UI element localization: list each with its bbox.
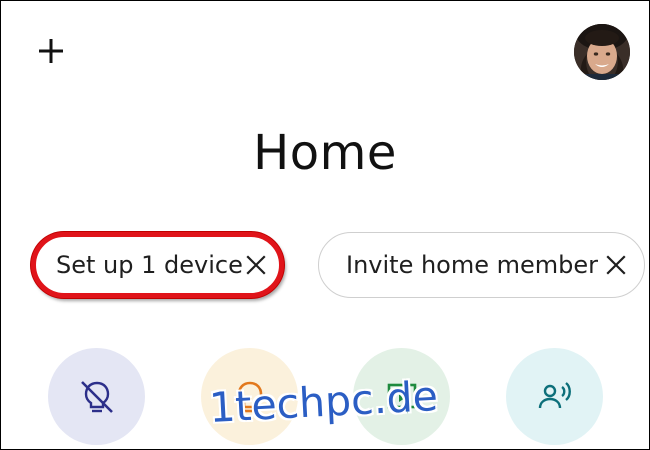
- light-off-icon: [80, 380, 113, 413]
- avatar[interactable]: [574, 24, 630, 80]
- plus-icon: [39, 39, 63, 63]
- media-shortcut[interactable]: [353, 348, 450, 445]
- close-icon: [246, 255, 266, 275]
- dismiss-setup-button[interactable]: [245, 254, 267, 276]
- page-title: Home: [253, 125, 397, 181]
- dismiss-invite-button[interactable]: [605, 254, 627, 276]
- lightbulb-icon: [237, 381, 262, 412]
- broadcast-shortcut[interactable]: [506, 348, 603, 445]
- lights-shortcut[interactable]: [201, 348, 298, 445]
- setup-device-chip[interactable]: Set up 1 device: [31, 232, 284, 298]
- add-button[interactable]: [35, 35, 67, 67]
- close-icon: [606, 255, 626, 275]
- invite-member-chip[interactable]: Invite home member: [318, 232, 645, 298]
- media-play-icon: [387, 383, 416, 413]
- setup-device-label: Set up 1 device: [56, 251, 243, 279]
- app-screen: Home Set up 1 device Invite home member: [0, 0, 650, 450]
- lights-off-shortcut[interactable]: [48, 348, 145, 445]
- broadcast-icon: [538, 381, 571, 408]
- user-avatar-icon: [574, 24, 630, 80]
- invite-member-label: Invite home member: [346, 251, 599, 279]
